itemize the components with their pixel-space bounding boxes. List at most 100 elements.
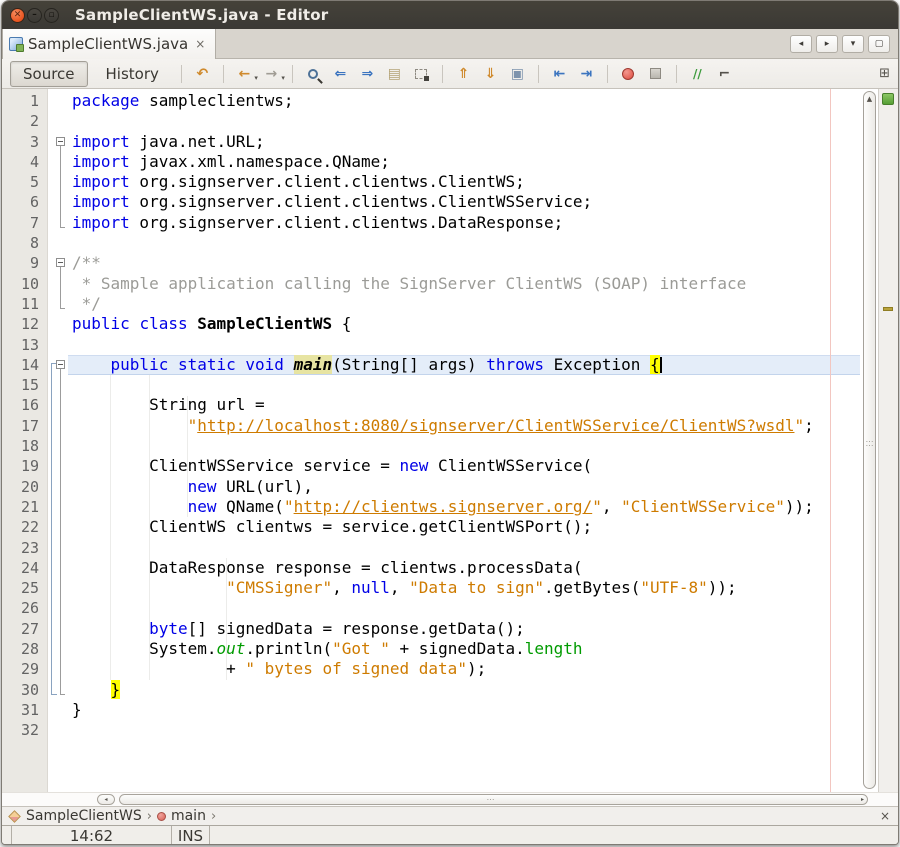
breadcrumb-method[interactable]: main › [157, 808, 216, 824]
collapse-fold-icon[interactable] [56, 360, 65, 369]
comment-icon[interactable]: // [687, 63, 708, 84]
code-line[interactable]: public class SampleClientWS { [68, 314, 860, 334]
code-line[interactable]: } [68, 680, 860, 700]
code-line[interactable]: * Sample application calling the SignSer… [68, 274, 860, 294]
line-number: 18 [2, 436, 39, 456]
code-line[interactable]: } [68, 700, 860, 720]
code-line[interactable] [68, 233, 860, 253]
code-editor: 1234567891011121314151617181920212223242… [2, 89, 898, 792]
code-line[interactable]: "CMSSigner", null, "Data to sign".getByt… [68, 578, 860, 598]
start-macro-recording-icon[interactable] [618, 63, 639, 84]
line-number: 14 [2, 355, 39, 375]
line-number: 21 [2, 497, 39, 517]
code-line[interactable]: DataResponse response = clientws.process… [68, 558, 860, 578]
occurrence-mark[interactable] [883, 307, 893, 311]
line-number: 11 [2, 294, 39, 314]
code-line[interactable]: import java.net.URL; [68, 132, 860, 152]
line-number: 27 [2, 619, 39, 639]
code-line[interactable]: import org.signserver.client.clientws.Da… [68, 213, 860, 233]
uncomment-icon[interactable]: ⌐ [714, 63, 735, 84]
code-line[interactable]: new QName("http://clientws.signserver.or… [68, 497, 860, 517]
close-window-icon[interactable]: ✕ [10, 8, 25, 23]
history-view-button[interactable]: History [94, 62, 171, 86]
horizontal-scrollbar[interactable]: ⋯ ▸ [119, 794, 868, 805]
toolbar-separator [538, 65, 539, 83]
code-line[interactable]: ClientWSService service = new ClientWSSe… [68, 456, 860, 476]
chevron-right-icon: › [211, 809, 216, 824]
scroll-right-icon[interactable]: ▸ [861, 796, 867, 803]
toolbar-separator [676, 65, 677, 83]
code-line[interactable]: "http://localhost:8080/signserver/Client… [68, 416, 860, 436]
rectangular-selection-icon[interactable] [411, 63, 432, 84]
find-selection-icon[interactable] [303, 63, 324, 84]
no-errors-indicator[interactable] [882, 93, 894, 105]
status-spacer [2, 826, 12, 845]
collapse-fold-icon[interactable] [56, 258, 65, 267]
code-fold-column [49, 91, 68, 792]
code-line[interactable] [68, 436, 860, 456]
tab-close-icon[interactable]: × [195, 37, 205, 51]
find-previous-icon[interactable]: ⇐ [330, 63, 351, 84]
scrollbar-grip: ⋯ [120, 798, 861, 801]
vertical-scrollbar[interactable]: ▲ ⋯⋯ [863, 91, 876, 789]
editor-window: ✕ – ▫ SampleClientWS.java - Editor Sampl… [1, 0, 899, 845]
scroll-left-icon[interactable]: ◂ [97, 794, 115, 805]
code-line[interactable] [68, 111, 860, 131]
code-line[interactable] [68, 598, 860, 618]
toolbar-separator [292, 65, 293, 83]
code-line[interactable]: package sampleclientws; [68, 91, 860, 111]
line-number: 22 [2, 517, 39, 537]
code-line[interactable] [68, 538, 860, 558]
toggle-bookmark-icon[interactable]: ▣ [507, 63, 528, 84]
code-area[interactable]: package sampleclientws; import java.net.U… [68, 91, 860, 792]
shift-line-left-icon[interactable]: ⇤ [549, 63, 570, 84]
collapse-fold-icon[interactable] [56, 137, 65, 146]
code-line[interactable]: import org.signserver.client.clientws.Cl… [68, 192, 860, 212]
next-bookmark-icon[interactable]: ⇓ [480, 63, 501, 84]
source-view-button[interactable]: Source [10, 61, 88, 87]
code-line[interactable]: System.out.println("Got " + signedData.l… [68, 639, 860, 659]
scroll-tabs-right-button[interactable]: ▸ [816, 35, 838, 53]
window-controls: ✕ – ▫ [10, 8, 59, 23]
code-line[interactable] [68, 375, 860, 395]
back-icon[interactable]: ←▾ [234, 63, 255, 84]
maximize-window-icon[interactable]: ▫ [44, 8, 59, 23]
code-line[interactable]: byte[] signedData = response.getData(); [68, 619, 860, 639]
code-line[interactable] [68, 335, 860, 355]
code-line[interactable]: new URL(url), [68, 477, 860, 497]
breadcrumb-class-label: SampleClientWS [26, 808, 142, 824]
code-line[interactable]: /** [68, 253, 860, 273]
previous-bookmark-icon[interactable]: ⇑ [453, 63, 474, 84]
code-line[interactable]: + " bytes of signed data"); [68, 659, 860, 679]
code-line[interactable]: ClientWS clientws = service.getClientWSP… [68, 517, 860, 537]
tab-list-dropdown-button[interactable]: ▾ [842, 35, 864, 53]
tab-sampleclientws[interactable]: SampleClientWS.java × [2, 29, 216, 59]
editor-toolbar: Source History ↶ ←▾ →▾ ⇐ ⇒ ▤ ⇑ ⇓ ▣ ⇤ ⇥ // ⌐ ⊞ [2, 59, 898, 89]
line-number: 31 [2, 700, 39, 720]
forward-icon[interactable]: →▾ [261, 63, 282, 84]
maximize-editor-button[interactable]: ▢ [868, 35, 890, 53]
find-next-icon[interactable]: ⇒ [357, 63, 378, 84]
code-line[interactable]: String url = [68, 395, 860, 415]
code-line[interactable]: import org.signserver.client.clientws.Cl… [68, 172, 860, 192]
toolbar-overflow-icon[interactable]: ⊞ [879, 66, 890, 81]
line-number: 3 [2, 132, 39, 152]
stop-macro-recording-icon[interactable] [645, 63, 666, 84]
tab-label: SampleClientWS.java [28, 35, 188, 53]
breadcrumb-close-icon[interactable]: × [880, 809, 892, 823]
toggle-highlight-icon[interactable]: ▤ [384, 63, 405, 84]
line-number: 16 [2, 395, 39, 415]
fold-end-tick [60, 694, 65, 695]
fold-guide-line [60, 146, 61, 227]
code-line[interactable]: import javax.xml.namespace.QName; [68, 152, 860, 172]
code-line[interactable]: */ [68, 294, 860, 314]
code-line[interactable] [68, 720, 860, 740]
scroll-up-icon[interactable]: ▲ [864, 95, 875, 103]
shift-line-right-icon[interactable]: ⇥ [576, 63, 597, 84]
line-number: 8 [2, 233, 39, 253]
scroll-tabs-left-button[interactable]: ◂ [790, 35, 812, 53]
jump-last-edit-icon[interactable]: ↶ [192, 63, 213, 84]
minimize-window-icon[interactable]: – [27, 8, 42, 23]
code-line[interactable]: public static void main(String[] args) t… [68, 355, 860, 375]
breadcrumb-class[interactable]: SampleClientWS › [8, 808, 152, 824]
